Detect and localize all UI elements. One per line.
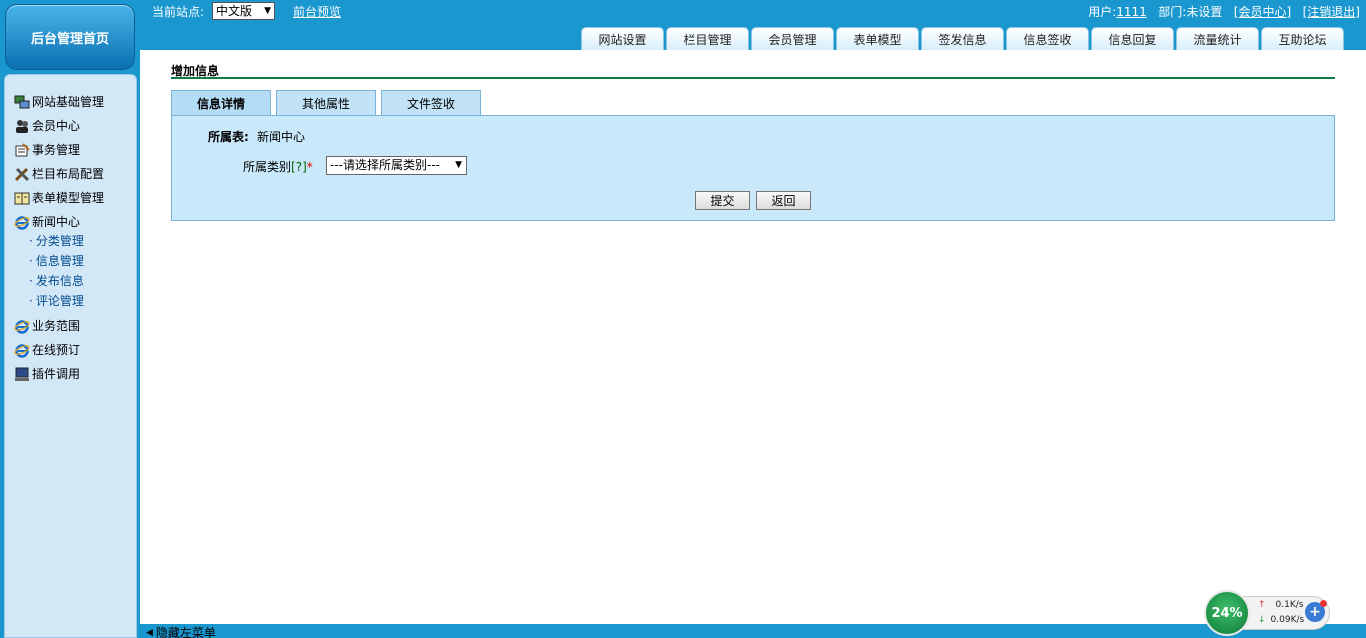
form-tabs: 信息详情 其他属性 文件签收	[171, 90, 486, 115]
tab-info-details[interactable]: 信息详情	[171, 90, 271, 115]
sidebar-item-label: 业务范围	[32, 319, 81, 333]
tab-info-reply[interactable]: 信息回复	[1091, 27, 1174, 50]
sidebar: 网站基础管理 会员中心 事务管理 栏目布局配置 表单模型管理 新闻中心 · 分类…	[0, 50, 140, 638]
frontend-preview-link[interactable]: 前台预览	[293, 3, 341, 20]
upload-speed: ↑ 0.1K/s	[1258, 600, 1304, 610]
arrow-up-icon: ↑	[1258, 600, 1266, 610]
category-label: 所属类别[?]*	[243, 160, 313, 174]
top-header-bar: 当前站点: 中文版 ▼ 前台预览 用户:1111 部门:未设置 [会员中心] […	[0, 0, 1366, 50]
site-select[interactable]: 中文版 ▼	[212, 2, 275, 20]
form-icon	[14, 190, 30, 206]
cpu-usage-indicator: 24%	[1204, 590, 1250, 636]
notification-dot	[1320, 600, 1327, 607]
form-panel: 所属表: 新闻中心 所属类别[?]* ---请选择所属类别--- ▼ 提交 返回	[171, 115, 1335, 221]
sidebar-item-column-layout[interactable]: 栏目布局配置	[14, 165, 104, 182]
tab-info-receipt[interactable]: 信息签收	[1006, 27, 1089, 50]
ie-icon	[14, 214, 30, 230]
sidebar-item-plugin-call[interactable]: 插件调用	[14, 365, 80, 382]
return-button[interactable]: 返回	[756, 191, 811, 210]
tab-forum[interactable]: 互助论坛	[1261, 27, 1344, 50]
sidebar-item-label: 表单模型管理	[32, 191, 105, 205]
logout-link[interactable]: [注销退出]	[1303, 5, 1360, 19]
computer-icon	[14, 366, 30, 382]
user-info: 用户:1111 部门:未设置 [会员中心] [注销退出]	[1088, 3, 1360, 20]
tasks-icon	[14, 142, 30, 158]
table-label: 所属表:	[208, 130, 249, 144]
sidebar-item-online-booking[interactable]: 在线预订	[14, 341, 80, 358]
tab-member-management[interactable]: 会员管理	[751, 27, 834, 50]
tools-icon	[14, 166, 30, 182]
sidebar-item-label: 插件调用	[32, 367, 81, 381]
required-mark: *	[306, 160, 313, 174]
user-name-link[interactable]: 1111	[1116, 5, 1147, 19]
tab-issue-info[interactable]: 签发信息	[921, 27, 1004, 50]
title-divider	[171, 77, 1335, 79]
member-center-link[interactable]: [会员中心]	[1234, 5, 1291, 19]
top-nav-tabs: 网站设置 栏目管理 会员管理 表单模型 签发信息 信息签收 信息回复 流量统计 …	[581, 27, 1346, 50]
site-select-value: 中文版	[216, 4, 253, 18]
sidebar-subitem-publish-info[interactable]: · 发布信息	[29, 272, 84, 289]
hide-menu-label: 隐藏左菜单	[155, 626, 216, 638]
current-site-label: 当前站点:	[152, 5, 205, 19]
ie-icon	[14, 318, 30, 334]
user-label: 用户:	[1088, 5, 1117, 19]
tab-traffic-stats[interactable]: 流量统计	[1176, 27, 1259, 50]
submit-button[interactable]: 提交	[695, 191, 750, 210]
sidebar-item-site-admin[interactable]: 网站基础管理	[14, 93, 104, 110]
table-value: 新闻中心	[257, 130, 306, 144]
triangle-left-icon: ◀	[146, 627, 153, 638]
sidebar-item-label: 栏目布局配置	[32, 167, 105, 181]
tab-other-attributes[interactable]: 其他属性	[276, 90, 376, 115]
sidebar-item-business-scope[interactable]: 业务范围	[14, 317, 80, 334]
sidebar-item-label: 事务管理	[32, 143, 81, 157]
dept-value: 未设置	[1186, 5, 1223, 19]
tab-column-management[interactable]: 栏目管理	[666, 27, 749, 50]
sidebar-item-label: 网站基础管理	[32, 95, 105, 109]
help-link[interactable]: [?]	[291, 160, 307, 174]
bottom-bar	[140, 624, 1366, 638]
download-speed: ↓ 0.09K/s	[1258, 615, 1305, 625]
arrow-down-icon: ↓	[1258, 615, 1266, 625]
main-content: 增加信息 信息详情 其他属性 文件签收 所属表: 新闻中心 所属类别[?]* -…	[140, 50, 1366, 624]
admin-home-button[interactable]: 后台管理首页	[5, 4, 135, 70]
chevron-down-icon: ▼	[264, 6, 271, 16]
sidebar-item-news-center[interactable]: 新闻中心	[14, 213, 80, 230]
tab-site-settings[interactable]: 网站设置	[581, 27, 664, 50]
dept-label: 部门:	[1158, 5, 1187, 19]
plus-icon[interactable]: +	[1305, 600, 1327, 622]
sidebar-item-tasks[interactable]: 事务管理	[14, 141, 80, 158]
network-speed-widget[interactable]: 24% ↑ 0.1K/s ↓ 0.09K/s +	[1204, 590, 1332, 636]
sidebar-item-label: 新闻中心	[32, 215, 81, 229]
category-select[interactable]: ---请选择所属类别--- ▼	[326, 156, 467, 175]
ie-icon	[14, 342, 30, 358]
sidebar-menu: 网站基础管理 会员中心 事务管理 栏目布局配置 表单模型管理 新闻中心 · 分类…	[4, 74, 137, 638]
hide-menu-toggle[interactable]: ◀ 隐藏左菜单	[146, 624, 216, 638]
tab-form-model[interactable]: 表单模型	[836, 27, 919, 50]
sidebar-item-label: 在线预订	[32, 343, 81, 357]
sidebar-item-form-model[interactable]: 表单模型管理	[14, 189, 104, 206]
chevron-down-icon: ▼	[455, 160, 462, 170]
sidebar-subitem-info-mgmt[interactable]: · 信息管理	[29, 252, 84, 269]
category-select-value: ---请选择所属类别---	[330, 158, 440, 172]
tab-file-receipt[interactable]: 文件签收	[381, 90, 481, 115]
sidebar-subitem-comment-mgmt[interactable]: · 评论管理	[29, 292, 84, 309]
sidebar-item-label: 会员中心	[32, 119, 81, 133]
site-admin-icon	[14, 94, 30, 110]
sidebar-item-members[interactable]: 会员中心	[14, 117, 80, 134]
sidebar-subitem-category-mgmt[interactable]: · 分类管理	[29, 232, 84, 249]
members-icon	[14, 118, 30, 134]
